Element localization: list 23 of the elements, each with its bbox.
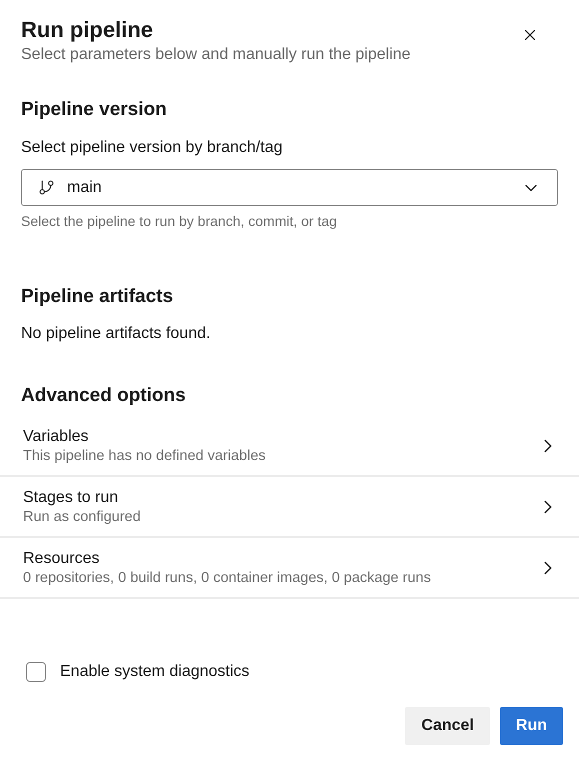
branch-icon <box>38 179 55 196</box>
checkbox-label: Enable system diagnostics <box>60 662 250 682</box>
section-heading: Advanced options <box>21 384 187 408</box>
dialog-title: Run pipeline <box>21 16 154 44</box>
option-description: This pipeline has no defined variables <box>23 446 267 464</box>
checkbox[interactable] <box>26 662 46 682</box>
option-row[interactable]: Stages to run Run as configured <box>0 477 579 538</box>
branch-dropdown[interactable]: main <box>21 169 558 206</box>
section-heading: Pipeline artifacts <box>21 285 174 309</box>
option-row[interactable]: Resources 0 repositories, 0 build runs, 0 container images, 0 package runs <box>0 538 579 599</box>
help-text: Select the pipeline to run by branch, commit, or tag <box>21 212 338 230</box>
option-description: 0 repositories, 0 build runs, 0 container images, 0 package runs <box>23 568 432 586</box>
section-heading: Pipeline version <box>21 98 168 122</box>
field-label: Select pipeline version by branch/tag <box>21 138 284 158</box>
run-button[interactable]: Run <box>500 707 563 745</box>
dialog-subtitle: Select parameters below and manually run the pipeline <box>21 45 411 65</box>
option-title: Variables <box>23 426 90 446</box>
option-title: Stages to run <box>23 488 120 508</box>
option-row[interactable]: Variables This pipeline has no defined variables <box>0 416 579 477</box>
cancel-button[interactable]: Cancel <box>405 707 490 745</box>
option-description: Run as configured <box>23 508 142 526</box>
empty-message: No pipeline artifacts found. <box>21 324 212 344</box>
option-title: Resources <box>23 548 100 568</box>
